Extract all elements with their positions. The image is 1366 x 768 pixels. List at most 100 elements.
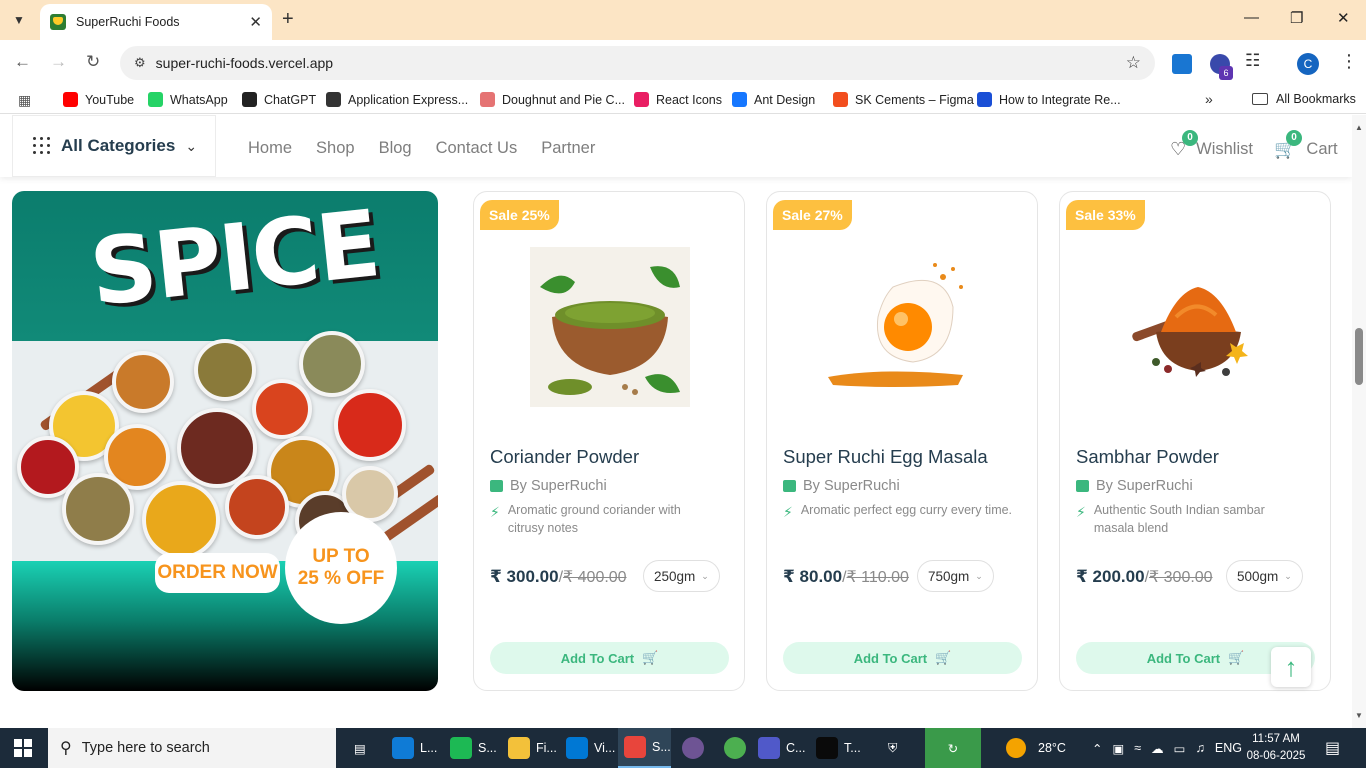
battery-icon[interactable]: ▭ <box>1174 741 1186 756</box>
bookmark-item[interactable]: YouTube <box>63 92 134 107</box>
taskbar-app[interactable]: Fi... <box>502 728 557 768</box>
sync-app-icon[interactable]: ↻ <box>925 728 981 768</box>
scroll-down-arrow-icon[interactable]: ▼ <box>1355 711 1363 720</box>
product-card[interactable]: Sale 25% Coriander Powder By SuperRuchi … <box>473 191 745 691</box>
back-arrow-icon[interactable]: ← <box>14 52 31 72</box>
bookmark-label: How to Integrate Re... <box>999 92 1121 107</box>
page-viewport: All Categories ⌄ Home Shop Blog Contact … <box>0 115 1366 728</box>
bookmark-label: Application Express... <box>348 92 469 107</box>
tray-meet-icon[interactable]: ▣ <box>1112 741 1124 756</box>
bookmark-label: Doughnut and Pie C... <box>502 92 625 107</box>
bolt-icon: ⚡ <box>490 504 500 520</box>
windows-start-icon[interactable] <box>14 739 32 757</box>
scroll-to-top-button[interactable]: ↑ <box>1271 647 1311 687</box>
url-text[interactable]: super-ruchi-foods.vercel.app <box>156 55 333 71</box>
coriander-powder-image <box>530 247 690 407</box>
product-name[interactable]: Super Ruchi Egg Masala <box>783 446 988 468</box>
more-bookmarks-icon[interactable]: » <box>1205 91 1213 107</box>
product-name[interactable]: Sambhar Powder <box>1076 446 1219 468</box>
search-icon: ⚲ <box>60 740 72 757</box>
spice-promo-banner[interactable]: SPICE ORDER NOW UP TO 25 % OFF <box>12 191 438 691</box>
bookmark-item[interactable]: SK Cements – Figma <box>833 92 974 107</box>
cart-icon: 🛒 <box>935 650 952 665</box>
taskbar-clock[interactable]: 11:57 AM 08-06-2025 <box>1236 731 1316 765</box>
minimize-icon[interactable]: — <box>1244 9 1259 26</box>
taskbar-search-box[interactable]: ⚲ Type here to search <box>48 728 336 768</box>
taskbar-app[interactable]: S... <box>444 728 497 768</box>
weight-select[interactable]: 750gm ⌄ <box>917 560 994 592</box>
bookmark-star-icon[interactable]: ☆ <box>1126 53 1141 73</box>
banner-title: SPICE <box>85 191 384 327</box>
apps-grid-icon[interactable]: ▦ <box>18 92 31 109</box>
bookmark-favicon-icon <box>977 92 992 107</box>
nav-home[interactable]: Home <box>248 139 292 158</box>
taskbar-github[interactable] <box>676 728 710 768</box>
site-info-icon[interactable]: ⚙ <box>134 55 146 71</box>
chevron-down-icon: ⌄ <box>185 137 198 154</box>
page-scrollbar[interactable]: ▲ ▼ <box>1352 115 1366 728</box>
volume-icon[interactable]: ♫ <box>1195 741 1204 755</box>
scroll-up-arrow-icon[interactable]: ▲ <box>1355 123 1363 132</box>
product-description: ⚡ Aromatic ground coriander with citrusy… <box>490 501 720 537</box>
bookmark-item[interactable]: How to Integrate Re... <box>977 92 1121 107</box>
extensions-puzzle-icon[interactable]: ☷ <box>1245 51 1265 71</box>
address-bar[interactable]: ⚙ super-ruchi-foods.vercel.app ☆ <box>120 46 1155 80</box>
taskbar-app[interactable]: L... <box>386 728 437 768</box>
tab-search-chevron-icon[interactable]: ▼ <box>6 7 32 33</box>
all-bookmarks-button[interactable]: All Bookmarks <box>1252 92 1356 106</box>
add-to-cart-button[interactable]: Add To Cart 🛒 <box>783 642 1022 674</box>
nav-partner[interactable]: Partner <box>541 139 595 158</box>
bookmark-item[interactable]: Application Express... <box>326 92 468 107</box>
reload-icon[interactable]: ↻ <box>86 52 100 72</box>
scrollbar-thumb[interactable] <box>1355 328 1363 385</box>
bookmark-item[interactable]: Ant Design <box>732 92 815 107</box>
product-card[interactable]: Sale 33% Sambhar Powder By SuperRuchi ⚡ … <box>1059 191 1331 691</box>
bookmark-label: Ant Design <box>754 92 816 107</box>
all-categories-button[interactable]: All Categories ⌄ <box>12 115 216 177</box>
taskbar-app[interactable]: Vi... <box>560 728 615 768</box>
bookmark-favicon-icon <box>833 92 848 107</box>
add-to-cart-button[interactable]: Add To Cart 🛒 <box>490 642 729 674</box>
chevron-down-icon: ⌄ <box>975 570 983 581</box>
taskbar-search-placeholder: Type here to search <box>81 740 210 756</box>
task-view-icon[interactable]: ▤ <box>348 728 366 768</box>
close-tab-icon[interactable]: ✕ <box>249 13 262 31</box>
product-card[interactable]: Sale 27% Super Ruchi Egg Masala By Super… <box>766 191 1038 691</box>
nav-contact-us[interactable]: Contact Us <box>436 139 518 158</box>
order-now-button[interactable]: ORDER NOW <box>155 553 280 593</box>
taskbar-app[interactable]: T... <box>810 728 861 768</box>
restore-icon[interactable]: ❐ <box>1290 9 1303 27</box>
taskbar-app[interactable]: C... <box>752 728 805 768</box>
taskbar-app-leaf[interactable] <box>718 728 752 768</box>
cloud-icon[interactable]: ☁ <box>1151 741 1164 756</box>
bookmark-item[interactable]: Doughnut and Pie C... <box>480 92 625 107</box>
tray-chevron-up-icon[interactable]: ⌃ <box>1092 741 1102 756</box>
notifications-icon[interactable]: ▤ <box>1325 728 1340 768</box>
new-tab-plus-icon[interactable]: + <box>282 8 294 31</box>
close-window-icon[interactable]: ✕ <box>1337 9 1350 27</box>
app-icon <box>450 737 472 759</box>
taskbar-app[interactable]: S... <box>618 728 671 768</box>
profile-avatar[interactable]: C <box>1297 53 1319 75</box>
weather-widget[interactable]: 28°C <box>1006 728 1066 768</box>
wifi-icon[interactable]: ≈ <box>1134 741 1141 755</box>
cart-link[interactable]: 🛒 0 Cart <box>1274 130 1338 160</box>
security-shield-icon[interactable]: ⛨ <box>882 728 897 768</box>
weight-select[interactable]: 250gm ⌄ <box>643 560 720 592</box>
product-price: ₹ 80.00/₹ 110.00 <box>783 567 909 586</box>
browser-tab-active[interactable]: SuperRuchi Foods ✕ <box>40 4 272 40</box>
extension-clipboard-icon[interactable] <box>1172 54 1192 74</box>
browser-menu-icon[interactable]: ⋮ <box>1340 51 1358 72</box>
product-name[interactable]: Coriander Powder <box>490 446 639 468</box>
main-nav: Home Shop Blog Contact Us Partner <box>248 139 595 158</box>
bookmark-item[interactable]: WhatsApp <box>148 92 228 107</box>
taskbar-app-label: T... <box>844 741 861 755</box>
weight-select[interactable]: 500gm ⌄ <box>1226 560 1303 592</box>
nav-shop[interactable]: Shop <box>316 139 355 158</box>
bookmark-item[interactable]: React Icons <box>634 92 722 107</box>
old-price: ₹ 300.00 <box>1149 569 1213 586</box>
wishlist-link[interactable]: ♡ 0 Wishlist <box>1170 130 1253 160</box>
nav-blog[interactable]: Blog <box>379 139 412 158</box>
forward-arrow-icon[interactable]: → <box>50 52 67 72</box>
bookmark-item[interactable]: ChatGPT <box>242 92 316 107</box>
